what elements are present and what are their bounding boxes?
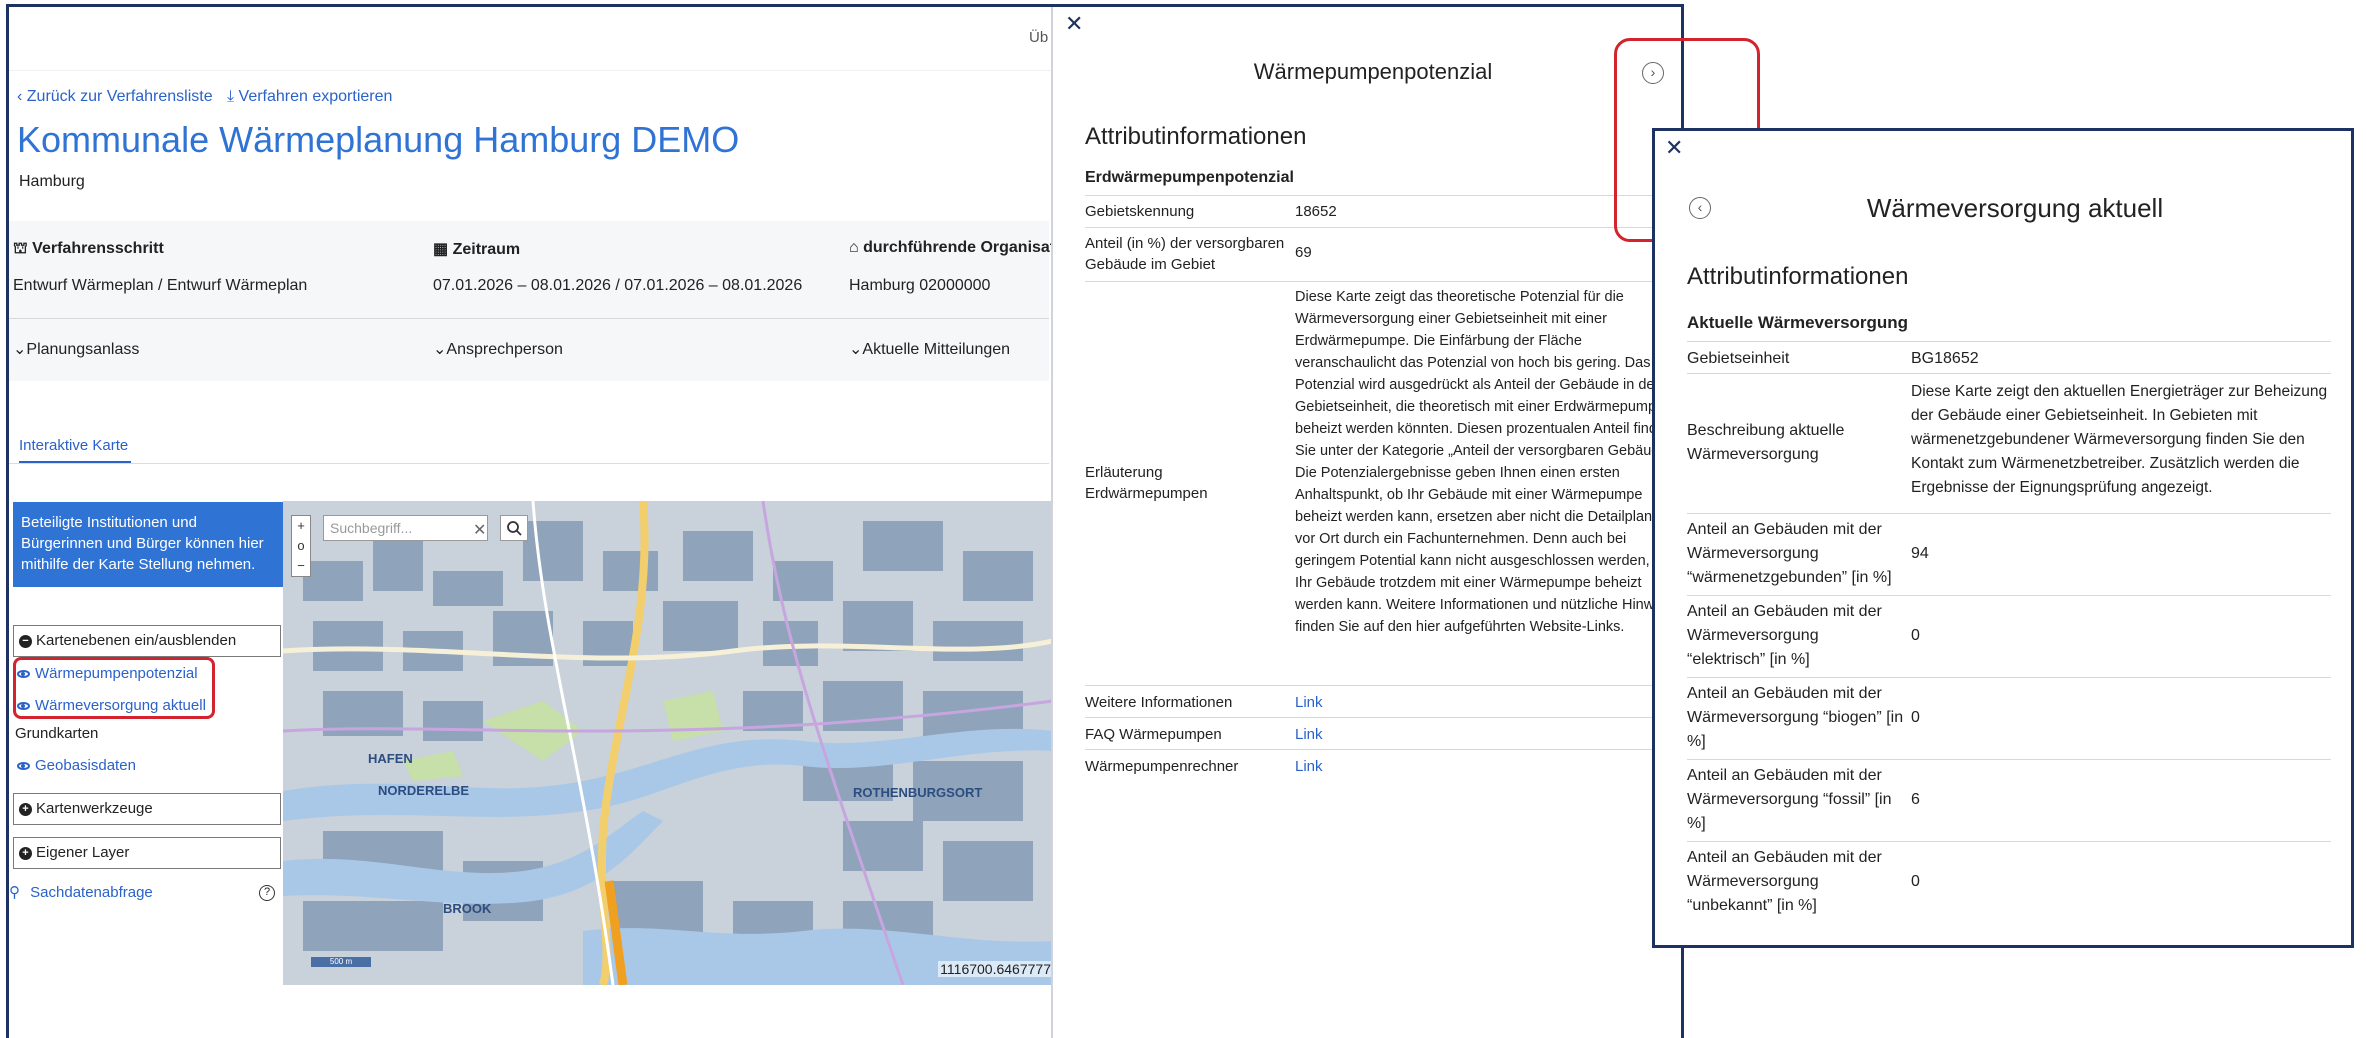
zoom-home-button[interactable]: o: [292, 536, 310, 556]
heat-pump-calculator-link[interactable]: Link: [1295, 756, 1323, 778]
organisation-heading: ⌂ durchführende Organisat: [849, 239, 1056, 256]
institution-icon: ⌂: [849, 239, 859, 256]
zoom-in-button[interactable]: +: [292, 516, 310, 536]
accordion-current-messages[interactable]: ⌄Aktuelle Mitteilungen: [849, 339, 1010, 359]
participation-banner: Beteiligte Institutionen und Bürgerinnen…: [13, 502, 283, 587]
page-title: Kommunale Wärmeplanung Hamburg DEMO: [17, 119, 740, 160]
search-icon: [507, 521, 522, 536]
chevron-down-icon: ⌄: [849, 341, 863, 358]
attribute-row: FAQ Wärmepumpen Link: [1085, 717, 1675, 749]
tab-interactive-map[interactable]: Interaktive Karte: [19, 437, 128, 454]
chevron-down-icon: ⌄: [13, 341, 27, 358]
heat-pump-potential-panel: ✕ Wärmepumpenpotenzial › Attributinforma…: [1051, 7, 1681, 1038]
calendar-icon: ▦: [433, 241, 449, 258]
highlight-box: [13, 657, 215, 719]
map-zoom-controls: + o −: [291, 515, 311, 577]
chevron-down-icon: ⌄: [433, 341, 447, 358]
period-value: 07.01.2026 – 08.01.2026 / 07.01.2026 – 0…: [433, 277, 803, 294]
attribute-row: Wärmepumpenrechner Link: [1085, 749, 1675, 781]
plus-circle-icon: +: [19, 803, 32, 816]
section-heading: Attributinformationen: [1085, 123, 1307, 150]
help-icon[interactable]: ?: [259, 885, 275, 901]
page-subtitle: Hamburg: [19, 173, 85, 190]
map-scale-bar: 500 m: [311, 957, 371, 967]
map-coordinates: 1116700.6467777: [938, 961, 1053, 977]
top-bar-label[interactable]: Üb: [1029, 29, 1048, 46]
period-heading: ▦ Zeitraum: [433, 241, 521, 258]
plus-circle-icon: +: [19, 847, 32, 860]
zoom-out-button[interactable]: −: [292, 556, 310, 576]
pin-icon: ⚲: [9, 884, 20, 901]
procedure-info-box: ⛫ Verfahrensschritt Entwurf Wärmeplan / …: [9, 221, 1055, 381]
attribute-row: Anteil (in %) der versorgbaren Gebäude i…: [1085, 227, 1675, 281]
map-search-input[interactable]: Suchbegriff...: [323, 515, 488, 541]
attribute-row: Weitere Informationen Link: [1085, 685, 1675, 717]
more-info-link[interactable]: Link: [1295, 692, 1323, 714]
attribute-row: Anteil an Gebäuden mit der Wärmeversorgu…: [1687, 759, 2331, 841]
basemaps-heading: Grundkarten: [15, 725, 99, 742]
attribute-row: Anteil an Gebäuden mit der Wärmeversorgu…: [1687, 595, 2331, 677]
panel-title: Wärmeversorgung aktuell: [1866, 193, 2164, 223]
feature-query-link[interactable]: ⚲ Sachdatenabfrage: [9, 883, 153, 901]
attribute-row: Gebietseinheit BG18652: [1687, 341, 2331, 373]
layers-toggle-button[interactable]: − Kartenebenen ein/ausblenden: [13, 625, 281, 657]
map-label: NORDERELBE: [378, 783, 470, 798]
section-heading: Attributinformationen: [1687, 263, 1909, 290]
attribute-row: Anteil an Gebäuden mit der Wärmeversorgu…: [1687, 513, 2331, 595]
map-tools-button[interactable]: + Kartenwerkzeuge: [13, 793, 281, 825]
minus-circle-icon: −: [19, 635, 32, 648]
own-layer-button[interactable]: + Eigener Layer: [13, 837, 281, 869]
chevron-left-icon: ‹: [17, 88, 23, 105]
back-to-list-link[interactable]: ‹ Zurück zur Verfahrensliste: [17, 88, 213, 106]
close-icon[interactable]: ✕: [1065, 11, 1083, 37]
attribute-row: Anteil an Gebäuden mit der Wärmeversorgu…: [1687, 677, 2331, 759]
attribute-row: Gebietskennung 18652: [1085, 195, 1675, 227]
export-procedure-link[interactable]: ⤓ Verfahren exportieren: [227, 88, 392, 106]
faq-link[interactable]: Link: [1295, 724, 1323, 746]
interactive-map[interactable]: + o − Suchbegriff... ✕ HAFEN NORDERELBE …: [283, 501, 1053, 985]
map-canvas: [283, 501, 1053, 985]
download-icon: ⤓: [227, 88, 235, 105]
panel-title: Wärmepumpenpotenzial: [1253, 59, 1493, 84]
app-window: Üb ‹ Zurück zur Verfahrensliste ⤓ Verfah…: [6, 4, 1684, 1038]
accordion-contact-person[interactable]: ⌄Ansprechperson: [433, 339, 563, 359]
step-heading: ⛫ Verfahrensschritt: [13, 240, 164, 257]
tabs-divider: [9, 463, 1049, 464]
eye-icon: [17, 762, 30, 770]
map-label: HAFEN: [368, 751, 413, 766]
map-label: BROOK: [443, 901, 492, 916]
sitemap-icon: ⛫: [13, 240, 28, 257]
step-value: Entwurf Wärmeplan / Entwurf Wärmeplan: [13, 277, 308, 294]
close-icon[interactable]: ✕: [1665, 135, 1683, 161]
divider: [9, 318, 1049, 319]
clear-icon[interactable]: ✕: [473, 520, 486, 540]
attribute-row: Erläuterung Erdwärmepumpen Diese Karte z…: [1085, 281, 1681, 685]
map-label: ROTHENBURGSORT: [853, 785, 983, 800]
map-search-button[interactable]: [500, 515, 528, 541]
accordion-planning-reason[interactable]: ⌄Planungsanlass: [13, 339, 139, 359]
organisation-value: Hamburg 02000000: [849, 277, 991, 294]
group-heading: Aktuelle Wärmeversorgung: [1687, 313, 1909, 332]
group-heading: Erdwärmepumpenpotenzial: [1085, 169, 1294, 186]
layer-geobasisdaten[interactable]: Geobasisdaten: [13, 757, 136, 774]
current-heat-supply-panel: ✕ ‹ Wärmeversorgung aktuell Attributinfo…: [1652, 128, 2354, 948]
attribute-row: Anteil an Gebäuden mit der Wärmeversorgu…: [1687, 841, 2331, 923]
attribute-row: Beschreibung aktuelle Wärmeversorgung Di…: [1687, 373, 2331, 513]
